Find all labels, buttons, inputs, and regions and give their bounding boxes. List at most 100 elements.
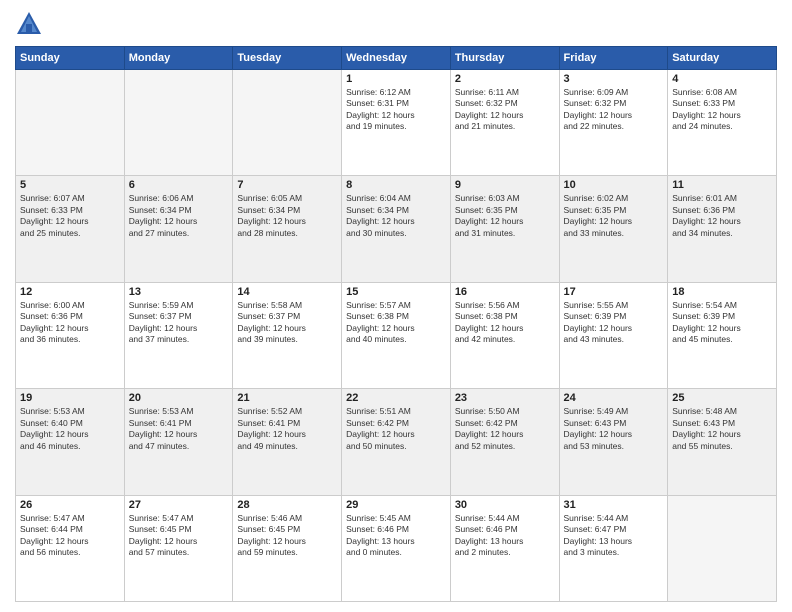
- day-info: Sunrise: 6:01 AM Sunset: 6:36 PM Dayligh…: [672, 193, 772, 239]
- calendar-day-17: 17 Sunrise: 5:55 AM Sunset: 6:39 PM Dayli…: [559, 282, 668, 388]
- day-info: Sunrise: 5:47 AM Sunset: 6:45 PM Dayligh…: [129, 513, 229, 559]
- day-number: 23: [455, 392, 555, 404]
- day-info: Sunrise: 6:00 AM Sunset: 6:36 PM Dayligh…: [20, 300, 120, 346]
- day-info: Sunrise: 6:06 AM Sunset: 6:34 PM Dayligh…: [129, 193, 229, 239]
- day-info: Sunrise: 5:51 AM Sunset: 6:42 PM Dayligh…: [346, 406, 446, 452]
- day-number: 8: [346, 179, 446, 191]
- day-info: Sunrise: 6:05 AM Sunset: 6:34 PM Dayligh…: [237, 193, 337, 239]
- day-info: Sunrise: 5:57 AM Sunset: 6:38 PM Dayligh…: [346, 300, 446, 346]
- calendar-day-16: 16 Sunrise: 5:56 AM Sunset: 6:38 PM Dayli…: [450, 282, 559, 388]
- calendar-day-9: 9 Sunrise: 6:03 AM Sunset: 6:35 PM Daylig…: [450, 176, 559, 282]
- calendar-day-empty: [124, 70, 233, 176]
- calendar-day-19: 19Sunrise: 5:53 AM Sunset: 6:40 PM Dayli…: [16, 389, 125, 495]
- calendar-day-14: 14 Sunrise: 5:58 AM Sunset: 6:37 PM Dayli…: [233, 282, 342, 388]
- calendar-table: SundayMondayTuesdayWednesdayThursdayFrid…: [15, 46, 777, 602]
- calendar-day-5: 5 Sunrise: 6:07 AM Sunset: 6:33 PM Daylig…: [16, 176, 125, 282]
- weekday-header-saturday: Saturday: [668, 47, 777, 70]
- calendar-day-25: 25 Sunrise: 5:48 AM Sunset: 6:43 PM Dayli…: [668, 389, 777, 495]
- day-number: 6: [129, 179, 229, 191]
- calendar-day-7: 7 Sunrise: 6:05 AM Sunset: 6:34 PM Daylig…: [233, 176, 342, 282]
- calendar-day-3: 3Sunrise: 6:09 AM Sunset: 6:32 PM Daylig…: [559, 70, 668, 176]
- day-number: 17: [564, 286, 664, 298]
- calendar-day-15: 15 Sunrise: 5:57 AM Sunset: 6:38 PM Dayli…: [342, 282, 451, 388]
- calendar-day-6: 6 Sunrise: 6:06 AM Sunset: 6:34 PM Daylig…: [124, 176, 233, 282]
- calendar-day-28: 28 Sunrise: 5:46 AM Sunset: 6:45 PM Dayli…: [233, 495, 342, 601]
- calendar-week-row: 19Sunrise: 5:53 AM Sunset: 6:40 PM Dayli…: [16, 389, 777, 495]
- day-info: Sunrise: 5:55 AM Sunset: 6:39 PM Dayligh…: [564, 300, 664, 346]
- day-info: Sunrise: 5:59 AM Sunset: 6:37 PM Dayligh…: [129, 300, 229, 346]
- weekday-header-wednesday: Wednesday: [342, 47, 451, 70]
- day-info: Sunrise: 5:44 AM Sunset: 6:46 PM Dayligh…: [455, 513, 555, 559]
- calendar-day-30: 30 Sunrise: 5:44 AM Sunset: 6:46 PM Dayli…: [450, 495, 559, 601]
- day-number: 25: [672, 392, 772, 404]
- weekday-header-sunday: Sunday: [16, 47, 125, 70]
- calendar-day-13: 13 Sunrise: 5:59 AM Sunset: 6:37 PM Dayli…: [124, 282, 233, 388]
- day-number: 16: [455, 286, 555, 298]
- day-info: Sunrise: 5:44 AM Sunset: 6:47 PM Dayligh…: [564, 513, 664, 559]
- calendar-day-10: 10 Sunrise: 6:02 AM Sunset: 6:35 PM Dayli…: [559, 176, 668, 282]
- day-info: Sunrise: 6:09 AM Sunset: 6:32 PM Dayligh…: [564, 87, 664, 133]
- day-number: 18: [672, 286, 772, 298]
- calendar-day-2: 2Sunrise: 6:11 AM Sunset: 6:32 PM Daylig…: [450, 70, 559, 176]
- calendar-day-4: 4 Sunrise: 6:08 AM Sunset: 6:33 PM Daylig…: [668, 70, 777, 176]
- day-info: Sunrise: 6:07 AM Sunset: 6:33 PM Dayligh…: [20, 193, 120, 239]
- day-number: 21: [237, 392, 337, 404]
- day-number: 7: [237, 179, 337, 191]
- day-info: Sunrise: 5:56 AM Sunset: 6:38 PM Dayligh…: [455, 300, 555, 346]
- calendar-day-26: 26 Sunrise: 5:47 AM Sunset: 6:44 PM Dayli…: [16, 495, 125, 601]
- calendar-day-24: 24Sunrise: 5:49 AM Sunset: 6:43 PM Dayli…: [559, 389, 668, 495]
- calendar-day-empty: [233, 70, 342, 176]
- day-number: 15: [346, 286, 446, 298]
- calendar-week-row: 12Sunrise: 6:00 AM Sunset: 6:36 PM Dayli…: [16, 282, 777, 388]
- calendar-day-29: 29 Sunrise: 5:45 AM Sunset: 6:46 PM Dayli…: [342, 495, 451, 601]
- calendar-header-row: SundayMondayTuesdayWednesdayThursdayFrid…: [16, 47, 777, 70]
- day-info: Sunrise: 6:02 AM Sunset: 6:35 PM Dayligh…: [564, 193, 664, 239]
- day-info: Sunrise: 5:48 AM Sunset: 6:43 PM Dayligh…: [672, 406, 772, 452]
- calendar-week-row: 1Sunrise: 6:12 AM Sunset: 6:31 PM Daylig…: [16, 70, 777, 176]
- day-info: Sunrise: 5:50 AM Sunset: 6:42 PM Dayligh…: [455, 406, 555, 452]
- calendar-day-31: 31 Sunrise: 5:44 AM Sunset: 6:47 PM Dayli…: [559, 495, 668, 601]
- day-number: 26: [20, 499, 120, 511]
- day-number: 13: [129, 286, 229, 298]
- day-info: Sunrise: 6:11 AM Sunset: 6:32 PM Dayligh…: [455, 87, 555, 133]
- day-number: 30: [455, 499, 555, 511]
- page: SundayMondayTuesdayWednesdayThursdayFrid…: [0, 0, 792, 612]
- calendar-week-row: 26 Sunrise: 5:47 AM Sunset: 6:44 PM Dayli…: [16, 495, 777, 601]
- day-number: 27: [129, 499, 229, 511]
- day-number: 28: [237, 499, 337, 511]
- calendar-day-empty: [668, 495, 777, 601]
- calendar-week-row: 5 Sunrise: 6:07 AM Sunset: 6:33 PM Daylig…: [16, 176, 777, 282]
- day-info: Sunrise: 6:03 AM Sunset: 6:35 PM Dayligh…: [455, 193, 555, 239]
- calendar-day-21: 21 Sunrise: 5:52 AM Sunset: 6:41 PM Dayli…: [233, 389, 342, 495]
- day-info: Sunrise: 5:54 AM Sunset: 6:39 PM Dayligh…: [672, 300, 772, 346]
- logo: [15, 10, 47, 38]
- day-number: 1: [346, 73, 446, 85]
- day-number: 11: [672, 179, 772, 191]
- day-number: 14: [237, 286, 337, 298]
- day-info: Sunrise: 5:45 AM Sunset: 6:46 PM Dayligh…: [346, 513, 446, 559]
- day-number: 4: [672, 73, 772, 85]
- day-number: 9: [455, 179, 555, 191]
- calendar-day-12: 12Sunrise: 6:00 AM Sunset: 6:36 PM Dayli…: [16, 282, 125, 388]
- weekday-header-friday: Friday: [559, 47, 668, 70]
- day-info: Sunrise: 6:08 AM Sunset: 6:33 PM Dayligh…: [672, 87, 772, 133]
- calendar-day-27: 27 Sunrise: 5:47 AM Sunset: 6:45 PM Dayli…: [124, 495, 233, 601]
- calendar-day-22: 22Sunrise: 5:51 AM Sunset: 6:42 PM Dayli…: [342, 389, 451, 495]
- logo-icon: [15, 10, 43, 38]
- weekday-header-tuesday: Tuesday: [233, 47, 342, 70]
- day-number: 20: [129, 392, 229, 404]
- day-info: Sunrise: 5:47 AM Sunset: 6:44 PM Dayligh…: [20, 513, 120, 559]
- day-number: 10: [564, 179, 664, 191]
- calendar-day-18: 18 Sunrise: 5:54 AM Sunset: 6:39 PM Dayli…: [668, 282, 777, 388]
- day-info: Sunrise: 5:58 AM Sunset: 6:37 PM Dayligh…: [237, 300, 337, 346]
- calendar-day-1: 1Sunrise: 6:12 AM Sunset: 6:31 PM Daylig…: [342, 70, 451, 176]
- day-info: Sunrise: 5:46 AM Sunset: 6:45 PM Dayligh…: [237, 513, 337, 559]
- calendar-day-11: 11 Sunrise: 6:01 AM Sunset: 6:36 PM Dayli…: [668, 176, 777, 282]
- day-number: 5: [20, 179, 120, 191]
- day-info: Sunrise: 5:49 AM Sunset: 6:43 PM Dayligh…: [564, 406, 664, 452]
- day-number: 31: [564, 499, 664, 511]
- day-number: 29: [346, 499, 446, 511]
- header: [15, 10, 777, 38]
- day-info: Sunrise: 5:53 AM Sunset: 6:41 PM Dayligh…: [129, 406, 229, 452]
- day-info: Sunrise: 5:52 AM Sunset: 6:41 PM Dayligh…: [237, 406, 337, 452]
